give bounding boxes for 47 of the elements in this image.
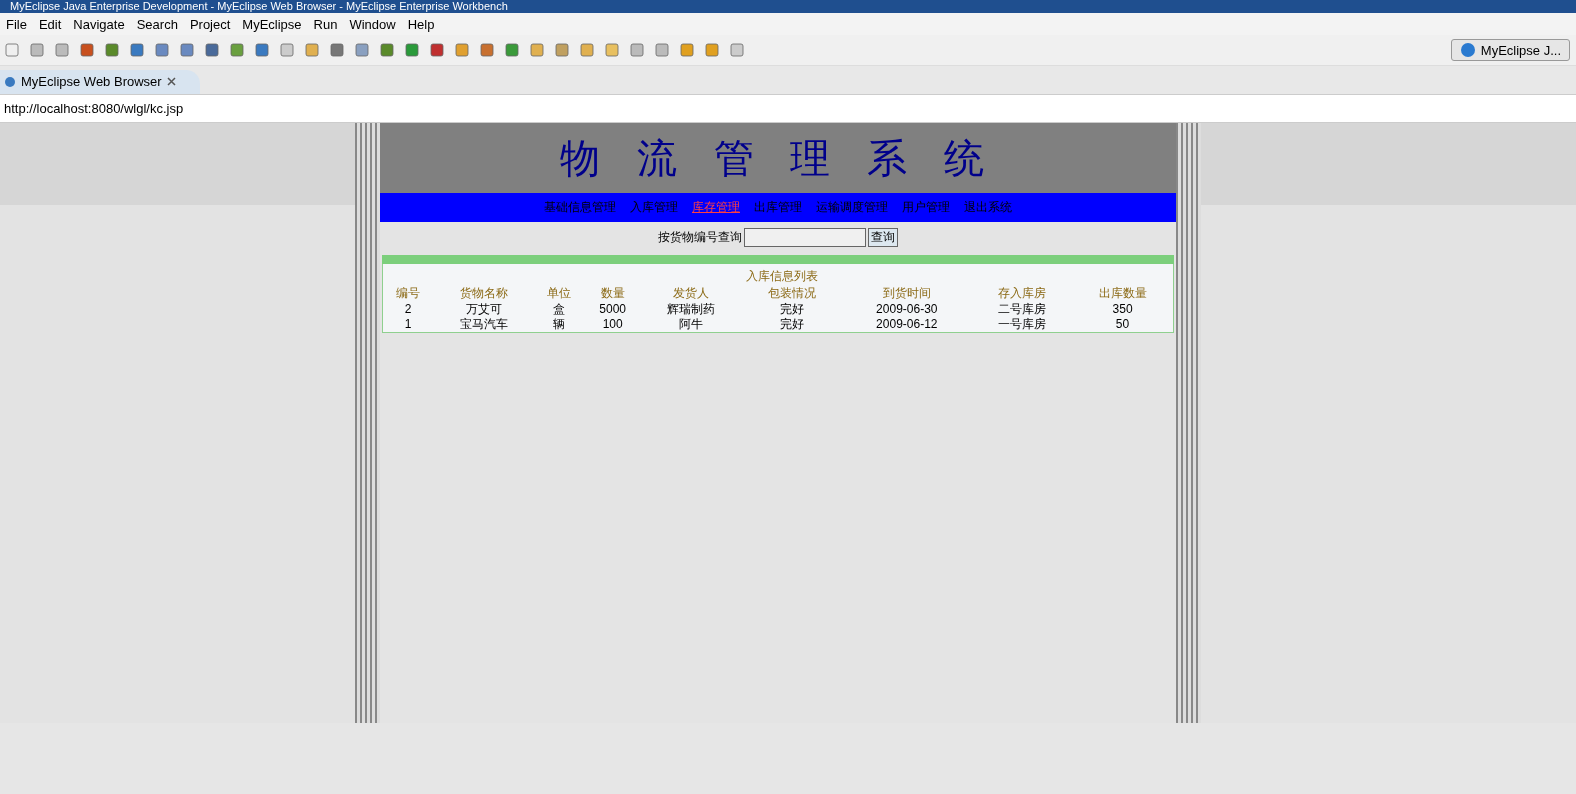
menu-item[interactable]: Help xyxy=(401,16,441,32)
perspective-button[interactable]: MyEclipse J... xyxy=(1450,39,1570,61)
column-header: 货物名称 xyxy=(458,285,509,302)
column-header: 发货人 xyxy=(672,285,711,302)
column-header: 包装情况 xyxy=(741,285,843,302)
menu-item[interactable]: MyEclipse xyxy=(236,16,308,32)
menu-item[interactable]: Search xyxy=(130,16,184,32)
table-cell-text: 阿牛 xyxy=(678,317,705,332)
table-cell-text: 2009-06-30 xyxy=(875,302,939,317)
close-icon[interactable] xyxy=(166,77,176,86)
table-cell-text: 宝马汽车 xyxy=(458,317,509,332)
menu-item[interactable]: Navigate xyxy=(67,16,131,32)
menu-item[interactable]: File xyxy=(0,16,33,32)
menu-item[interactable]: Edit xyxy=(32,16,68,32)
table-cell-text: 辆 xyxy=(552,317,567,332)
menu-item[interactable]: Project xyxy=(183,16,237,32)
column-header: 数量 xyxy=(599,285,626,302)
column-header: 出库数量 xyxy=(1097,285,1148,302)
table-cell-text: 辉瑞制药 xyxy=(666,302,717,317)
table-cell-text: 完好 xyxy=(778,302,805,317)
table-cell-text: 2009-06-12 xyxy=(875,317,939,332)
table-cell-text: 100 xyxy=(601,317,624,332)
table-cell-text: 1 xyxy=(403,317,413,332)
table-cell-text: 350 xyxy=(1111,302,1134,317)
menu-item[interactable]: Run xyxy=(307,16,344,32)
column-header: 到货时间 xyxy=(881,285,932,302)
page-title: 物 流 管 理 系 统 xyxy=(560,133,996,183)
table-cell-text: 二号库房 xyxy=(996,302,1047,317)
table-cell-text: 2 xyxy=(403,302,413,317)
column-header: 编号 xyxy=(395,285,422,302)
search-button[interactable]: 查询 xyxy=(868,228,898,247)
table-cell-text: 万艾可 xyxy=(464,302,503,317)
table-caption: 入库信息列表 xyxy=(745,268,819,285)
search-label: 按货物编号查询 xyxy=(658,229,742,246)
table-cell-text: 50 xyxy=(1114,317,1131,332)
column-header: 存入库房 xyxy=(971,285,1073,302)
editor-tab[interactable]: MyEclipse Web Browser xyxy=(0,70,200,94)
window-title: MyEclipse Java Enterprise Development - MyEclipse Web Browser - MyEclipse Enterprise Workbench xyxy=(0,0,1576,13)
table-cell-text: 5000 xyxy=(598,302,627,317)
menu-item[interactable]: Window xyxy=(343,16,402,32)
search-field[interactable] xyxy=(744,228,866,247)
address-bar[interactable]: http://localhost:8080/wlgl/kc.jsp xyxy=(0,94,1576,123)
table-cell-text: 一号库房 xyxy=(996,317,1047,332)
column-header: 单位 xyxy=(546,285,573,302)
table-cell-text: 完好 xyxy=(778,317,805,332)
table-cell-text: 盒 xyxy=(552,302,567,317)
logo-icon xyxy=(1459,42,1476,58)
